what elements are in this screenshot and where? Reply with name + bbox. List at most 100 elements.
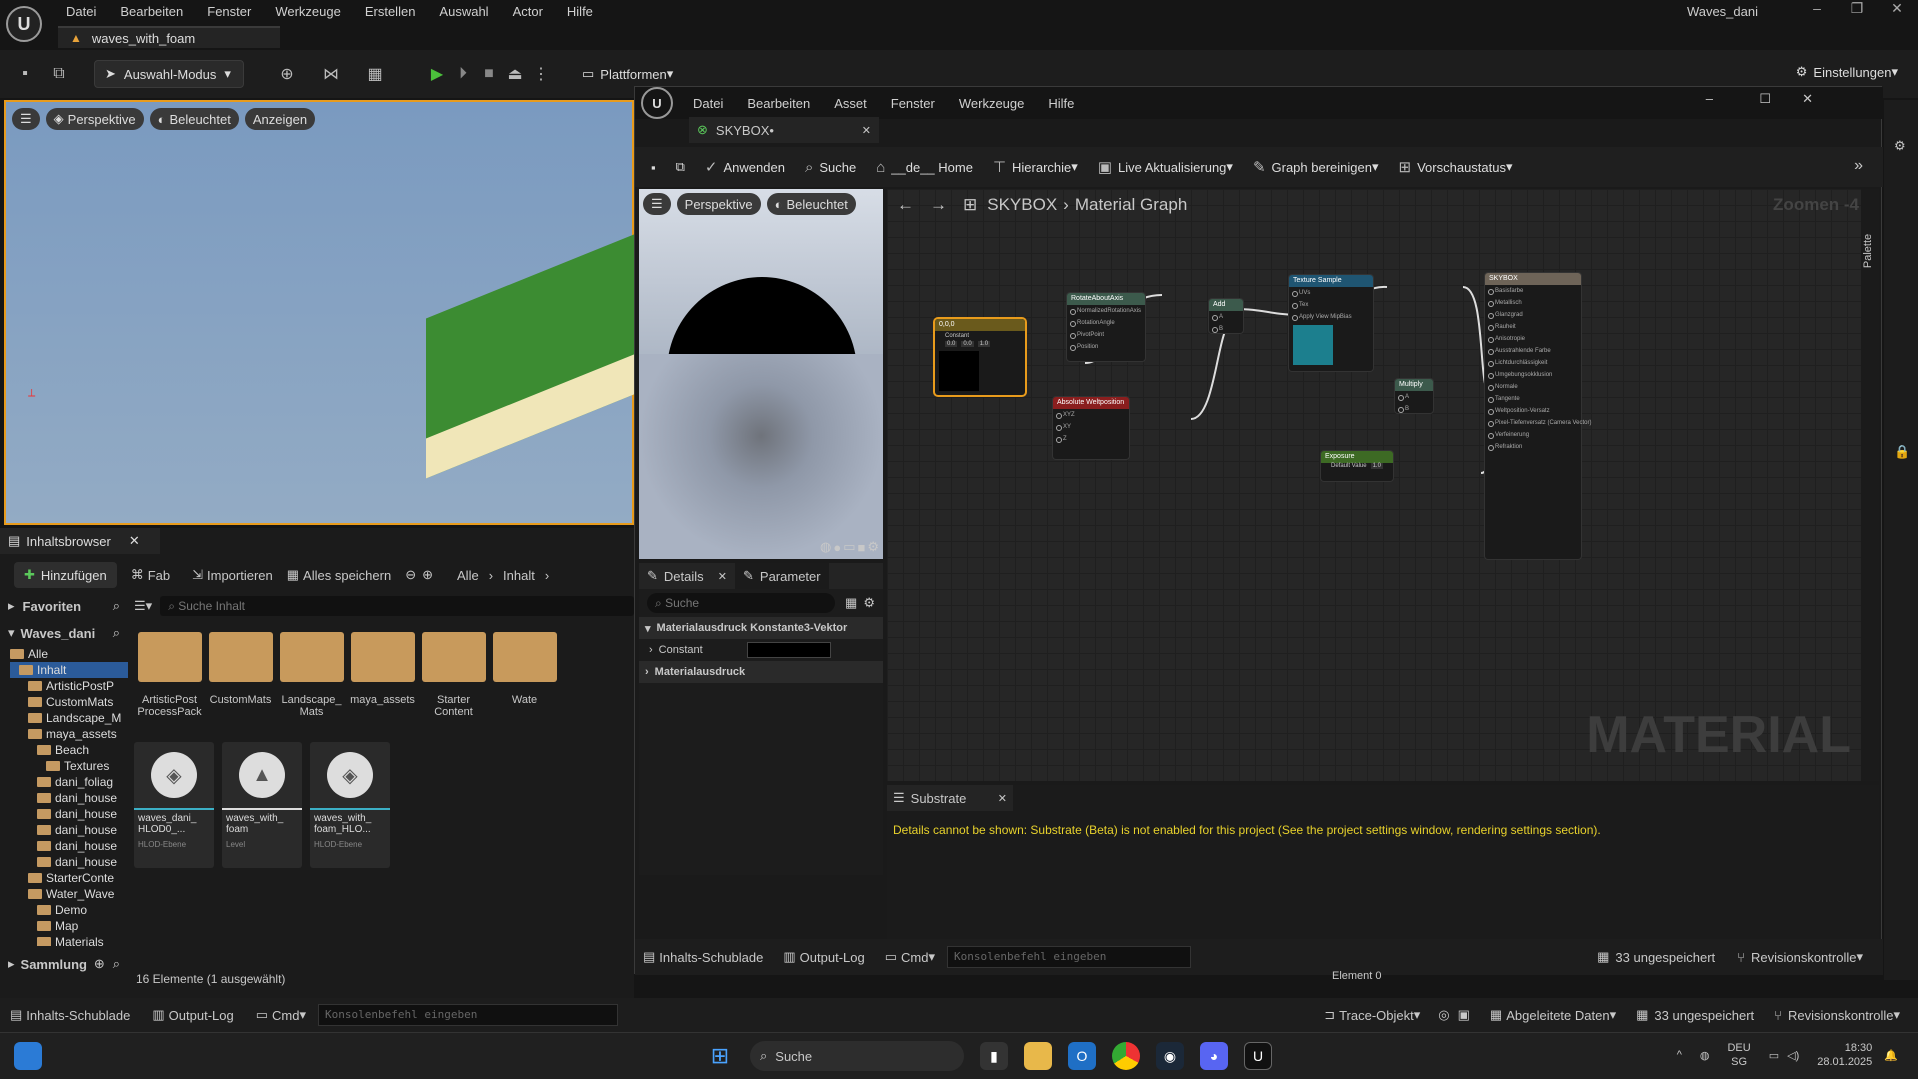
restore-icon[interactable]: ❐ xyxy=(1842,0,1872,20)
save-icon[interactable]: ▪ xyxy=(12,61,38,87)
asset-tile[interactable]: ◈ waves_with_ foam_HLO... HLOD-Ebene xyxy=(310,742,390,868)
exposure-parameter-node[interactable]: Exposure Default Value 1.0 xyxy=(1321,451,1393,481)
node-pin[interactable]: Z xyxy=(1053,433,1129,445)
tree-folder[interactable]: dani_house xyxy=(10,790,128,806)
plane-icon[interactable]: ▭ xyxy=(843,539,855,555)
forward-icon[interactable]: ⊕ xyxy=(422,567,433,583)
tree-folder[interactable]: CustomMats xyxy=(10,694,128,710)
eject-icon[interactable]: ⏏ xyxy=(502,61,528,87)
menu-erstellen[interactable]: Erstellen xyxy=(365,4,416,19)
asset-tile[interactable]: ◈ waves_dani_ HLOD0_... HLOD-Ebene xyxy=(134,742,214,868)
save-all-button[interactable]: ▦ Alles speichern xyxy=(287,567,391,583)
apply-button[interactable]: ✓ Anwenden xyxy=(705,158,785,176)
viewport-menu-button[interactable]: ☰ xyxy=(12,108,40,130)
menu-hilfe[interactable]: Hilfe xyxy=(567,4,593,19)
node-pin[interactable]: Weltposition-Versatz xyxy=(1485,405,1581,417)
unsaved-indicator[interactable]: ▦ 33 ungespeichert xyxy=(1597,949,1715,965)
node-pin[interactable]: A xyxy=(1209,311,1243,323)
menu-bearbeiten[interactable]: Bearbeiten xyxy=(120,4,183,19)
node-pin[interactable]: Glanzgrad xyxy=(1485,309,1581,321)
revision-control-button[interactable]: ⑂ Revisionskontrolle ▾ xyxy=(1737,949,1863,965)
node-pin[interactable]: Lichtdurchlässigkeit xyxy=(1485,357,1581,369)
menu-bearbeiten[interactable]: Bearbeiten xyxy=(747,96,810,111)
tree-folder[interactable]: Landscape_M xyxy=(10,710,128,726)
node-pin[interactable]: NormalizedRotationAxis xyxy=(1067,305,1145,317)
details-search-input[interactable]: ⌕ Suche xyxy=(647,593,836,613)
unreal-taskbar-icon[interactable]: U xyxy=(1244,1042,1272,1070)
stop-icon[interactable]: ■ xyxy=(476,61,502,87)
teapot-icon[interactable]: ⚙ xyxy=(867,539,879,555)
tree-folder[interactable]: dani_house xyxy=(10,854,128,870)
sequencer-icon[interactable]: ▦ xyxy=(362,61,388,87)
widgets-icon[interactable] xyxy=(14,1042,42,1070)
node-pin[interactable]: A xyxy=(1395,391,1433,403)
tree-folder[interactable]: Alle xyxy=(10,646,128,662)
node-pin[interactable]: B xyxy=(1395,403,1433,415)
chrome-icon[interactable] xyxy=(1112,1042,1140,1070)
console-input[interactable]: Konsolenbefehl eingeben xyxy=(318,1004,618,1026)
close-icon[interactable]: ✕ xyxy=(129,533,140,549)
gear-icon[interactable]: ⚙ xyxy=(1894,138,1918,154)
asset-tile[interactable]: ▲ waves_with_ foam Level xyxy=(222,742,302,868)
close-icon[interactable]: ✕ xyxy=(998,792,1007,805)
content-drawer-button[interactable]: ▤ Inhalts-Schublade xyxy=(10,1007,130,1023)
cylinder-icon[interactable]: ◍ xyxy=(820,539,831,555)
tree-folder[interactable]: StarterConte xyxy=(10,870,128,886)
language-indicator[interactable]: DEU SG xyxy=(1727,1041,1750,1069)
minimize-icon[interactable]: – xyxy=(1706,91,1713,106)
tree-folder[interactable]: Materials xyxy=(10,934,128,946)
menu-datei[interactable]: Datei xyxy=(693,96,723,111)
tree-folder[interactable]: dani_house xyxy=(10,822,128,838)
tree-folder[interactable]: Water_Wave xyxy=(10,886,128,902)
blueprint-icon[interactable]: ⋈ xyxy=(318,61,344,87)
taskbar-search[interactable]: ⌕ Suche xyxy=(750,1041,964,1071)
menu-hilfe[interactable]: Hilfe xyxy=(1048,96,1074,111)
node-pin[interactable]: UVs xyxy=(1289,287,1373,299)
back-icon[interactable]: ⊖ xyxy=(405,567,416,583)
tree-folder[interactable]: Textures xyxy=(10,758,128,774)
node-pin[interactable]: Pixel-Tiefenversatz (Camera Vector) xyxy=(1485,417,1591,429)
search-icon[interactable]: ⌕ xyxy=(113,598,120,614)
constant-color-swatch[interactable] xyxy=(746,642,831,658)
table-view-icon[interactable]: ▦ xyxy=(845,595,857,611)
lit-button[interactable]: ◐ Beleuchtet xyxy=(149,108,239,130)
tree-folder[interactable]: dani_foliag xyxy=(10,774,128,790)
constant-value-field[interactable]: 0.0 xyxy=(945,341,958,347)
details-tab[interactable]: ✎ Details ✕ xyxy=(639,568,735,584)
tree-folder[interactable]: Map xyxy=(10,918,128,934)
browse-icon[interactable]: ⧉ xyxy=(46,61,72,87)
node-pin[interactable]: Position xyxy=(1067,341,1145,353)
platforms-dropdown[interactable]: ▭ Plattformen ▾ xyxy=(582,66,673,82)
revision-control-button[interactable]: ⑂ Revisionskontrolle ▾ xyxy=(1774,1007,1900,1023)
constant-row[interactable]: › Constant xyxy=(639,639,883,661)
node-pin[interactable]: Tangente xyxy=(1485,393,1581,405)
menu-asset[interactable]: Asset xyxy=(834,96,867,111)
discord-icon[interactable]: ◕ xyxy=(1200,1042,1228,1070)
node-pin[interactable]: Verfeinerung xyxy=(1485,429,1581,441)
folder-tile[interactable]: Landscape_ Mats xyxy=(276,632,347,718)
perspective-button[interactable]: ◈ Perspektive xyxy=(45,108,144,130)
project-header[interactable]: ▾ Waves_dani ⌕ xyxy=(0,620,128,646)
collections-header[interactable]: ▸ Sammlung ⊕ ⌕ xyxy=(0,952,128,976)
tree-folder[interactable]: dani_house xyxy=(10,838,128,854)
node-pin[interactable]: XYZ xyxy=(1053,409,1129,421)
exposure-value-field[interactable]: 1.0 xyxy=(1370,463,1383,469)
add-icon[interactable]: ⊕ xyxy=(94,956,105,972)
constant-node[interactable]: 0,0,0 Constant 0.0 0.0 1.0 xyxy=(935,319,1025,395)
unsaved-indicator[interactable]: ▦ 33 ungespeichert xyxy=(1636,1007,1754,1023)
preview-menu-button[interactable]: ☰ xyxy=(643,193,671,215)
browse-icon[interactable]: ⧉ xyxy=(676,159,685,175)
tree-folder[interactable]: Inhalt xyxy=(10,662,128,678)
display-icon[interactable]: ▭ xyxy=(1769,1049,1779,1062)
rotate-about-axis-node[interactable]: RotateAboutAxis NormalizedRotationAxis Rot… xyxy=(1067,293,1145,361)
clean-graph-button[interactable]: ✎ Graph bereinigen ▾ xyxy=(1253,158,1379,176)
outlook-icon[interactable]: O xyxy=(1068,1042,1096,1070)
close-icon[interactable]: ✕ xyxy=(1802,91,1813,107)
substrate-tab[interactable]: ☰ Substrate ✕ xyxy=(887,785,1013,811)
notification-icon[interactable]: 🔔 xyxy=(1884,1049,1898,1062)
breadcrumb-content[interactable]: Inhalt xyxy=(503,568,535,583)
node-pin[interactable]: RotationAngle xyxy=(1067,317,1145,329)
menu-fenster[interactable]: Fenster xyxy=(207,4,251,19)
chevron-up-icon[interactable]: ^ xyxy=(1677,1049,1682,1061)
tree-folder[interactable]: Demo xyxy=(10,902,128,918)
